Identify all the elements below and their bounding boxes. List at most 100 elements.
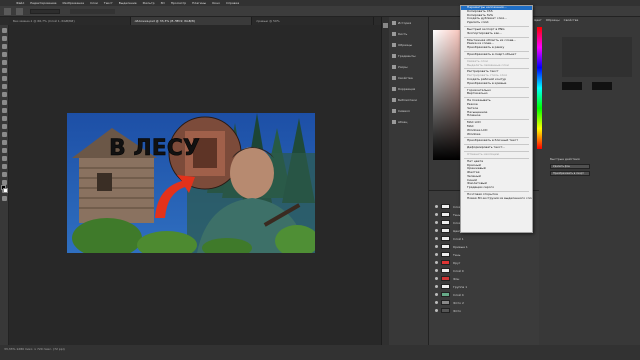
context-menu-item[interactable]: Плавное	[461, 114, 532, 118]
menu-separator	[464, 191, 529, 193]
context-menu-item[interactable]: Windows	[461, 133, 532, 137]
lasso-tool-icon[interactable]	[2, 44, 7, 49]
context-menu-item[interactable]: Преобразовать в смарт-объект	[461, 53, 532, 57]
layer-row[interactable]: Круг	[435, 259, 535, 266]
layer-thumbnail	[441, 308, 450, 313]
tab-document-3[interactable]: превью @ 50%	[252, 17, 375, 25]
eraser-tool-icon[interactable]	[2, 116, 7, 121]
convert-to-smart-button[interactable]: Преобразовать в смарт	[550, 171, 590, 176]
context-menu-item[interactable]: Экспортировать как...	[461, 32, 532, 36]
layer-thumbnail	[441, 220, 450, 225]
layer-context-menu: Параметры наложения... Копировать CSS Копи…	[460, 5, 533, 233]
layer-row[interactable]: Фото	[435, 307, 535, 314]
pattern-icon	[392, 64, 396, 69]
visibility-eye-icon[interactable]	[435, 213, 438, 216]
hue-slider[interactable]	[537, 27, 542, 149]
layer-row[interactable]: Слой 0	[435, 267, 535, 274]
context-menu-item[interactable]: Преобразовать в кривые	[461, 82, 532, 86]
eyedropper-tool-icon[interactable]	[2, 76, 7, 81]
visibility-eye-icon[interactable]	[435, 309, 438, 312]
panel-adjustments[interactable]: Коррекция	[389, 83, 428, 94]
gradient-tool-icon[interactable]	[2, 124, 7, 129]
collapse-panels-icon[interactable]	[383, 23, 388, 28]
blur-tool-icon[interactable]	[2, 132, 7, 137]
path-select-tool-icon[interactable]	[2, 164, 7, 169]
layer-row[interactable]: Слой 1	[435, 235, 535, 242]
visibility-eye-icon[interactable]	[435, 205, 438, 208]
tab-document-2[interactable]: обложка.psd @ 33,3% (В ЛЕСУ, RGB/8)	[130, 17, 253, 25]
status-text: 33,33% 1280 пикс. x 720 пикс. (72 ppi)	[4, 347, 65, 351]
tab-color[interactable]: Цвет	[534, 18, 542, 22]
more-tools-icon[interactable]	[2, 196, 7, 201]
tab-swatches[interactable]: Образцы	[546, 18, 560, 22]
visibility-eye-icon[interactable]	[435, 285, 438, 288]
visibility-eye-icon[interactable]	[435, 261, 438, 264]
panel-paragraph[interactable]: Абзац	[389, 116, 428, 127]
stamp-tool-icon[interactable]	[2, 100, 7, 105]
dodge-tool-icon[interactable]	[2, 140, 7, 145]
context-menu-item[interactable]: Вертикально	[461, 92, 532, 96]
context-menu-item[interactable]: Новая 3D-экструзия из выделенного слоя	[461, 197, 532, 201]
menu-separator	[464, 150, 529, 152]
libraries-icon	[392, 97, 396, 102]
move-tool-icon[interactable]	[16, 8, 23, 15]
panel-patterns[interactable]: Узоры	[389, 61, 428, 72]
context-menu-item[interactable]: Градации серого	[461, 186, 532, 190]
context-menu-item[interactable]: Преобразовать в рамку	[461, 46, 532, 50]
adjustments-icon	[392, 86, 396, 91]
panel-gradients[interactable]: Градиенты	[389, 50, 428, 61]
background-color-swatch[interactable]	[3, 188, 8, 193]
visibility-eye-icon[interactable]	[435, 253, 438, 256]
layer-thumbnail	[441, 228, 450, 233]
panel-history[interactable]: История	[389, 17, 428, 28]
context-menu-item: Выделить связанные слои	[467, 63, 509, 67]
marquee-tool-icon[interactable]	[2, 36, 7, 41]
artwork-title: В ЛЕСУ	[109, 136, 200, 161]
frame-tool-icon[interactable]	[2, 68, 7, 73]
visibility-eye-icon[interactable]	[435, 293, 438, 296]
layer-row[interactable]: Группа 1	[435, 283, 535, 290]
type-tool-icon[interactable]	[2, 156, 7, 161]
layer-row[interactable]: Фон	[435, 275, 535, 282]
panel-swatches[interactable]: Образцы	[389, 39, 428, 50]
visibility-eye-icon[interactable]	[435, 245, 438, 248]
context-menu-item[interactable]: Удалить слой	[461, 21, 532, 25]
align-buttons[interactable]	[70, 9, 115, 14]
context-menu-item[interactable]: Деформировать текст...	[461, 146, 532, 150]
remove-background-button[interactable]: Удалить фон	[550, 164, 590, 169]
menu-separator	[464, 57, 529, 59]
panel-character[interactable]: Символ	[389, 105, 428, 116]
panel-properties[interactable]: Свойства	[389, 72, 428, 83]
home-icon[interactable]	[4, 8, 11, 15]
visibility-eye-icon[interactable]	[435, 277, 438, 280]
visibility-eye-icon[interactable]	[435, 269, 438, 272]
context-menu-item[interactable]: Преобразовать в блочный текст	[461, 139, 532, 143]
panel-brush[interactable]: Кисть	[389, 28, 428, 39]
crop-tool-icon[interactable]	[2, 60, 7, 65]
move-tool-icon[interactable]	[2, 28, 7, 33]
history-brush-tool-icon[interactable]	[2, 108, 7, 113]
shape-tool-icon[interactable]	[2, 172, 7, 177]
layer-row[interactable]: Слой 4	[435, 291, 535, 298]
layer-row[interactable]: Кривые 1	[435, 243, 535, 250]
color-swatch-black[interactable]	[562, 82, 582, 90]
document-canvas[interactable]: В ЛЕСУ	[67, 113, 315, 253]
visibility-eye-icon[interactable]	[435, 237, 438, 240]
paragraph-icon	[392, 119, 396, 124]
layer-row[interactable]: Тень	[435, 251, 535, 258]
stroke-swatch[interactable]	[592, 82, 612, 90]
tab-properties[interactable]: Свойства	[564, 18, 579, 22]
panel-libraries[interactable]: Библиотеки	[389, 94, 428, 105]
visibility-eye-icon[interactable]	[435, 301, 438, 304]
layer-thumbnail	[441, 260, 450, 265]
quick-select-tool-icon[interactable]	[2, 52, 7, 57]
visibility-eye-icon[interactable]	[435, 229, 438, 232]
visibility-eye-icon[interactable]	[435, 221, 438, 224]
tab-document-1[interactable]: Без имени-1 @ 66,7% (Слой 1, RGB/8#)	[9, 17, 131, 25]
auto-select-dropdown[interactable]	[30, 9, 60, 14]
menu-separator	[464, 137, 529, 139]
healing-tool-icon[interactable]	[2, 84, 7, 89]
layer-row[interactable]: Фото 2	[435, 299, 535, 306]
pen-tool-icon[interactable]	[2, 148, 7, 153]
brush-tool-icon[interactable]	[2, 92, 7, 97]
